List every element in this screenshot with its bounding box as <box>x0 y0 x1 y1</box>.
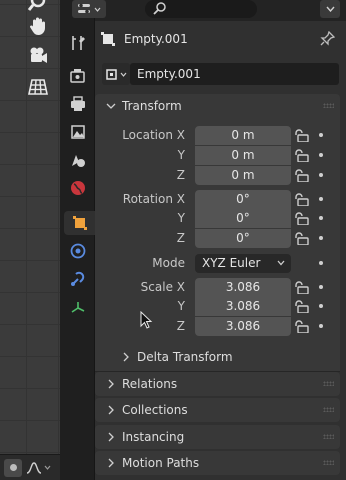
rotation-y-field[interactable]: 0° <box>195 209 291 228</box>
rotation-mode-label: Mode <box>152 256 185 270</box>
options-dropdown[interactable] <box>320 0 340 18</box>
location-z-field[interactable]: 0 m <box>195 166 291 185</box>
drag-handle-icon[interactable] <box>323 103 334 108</box>
rotation-z-field[interactable]: 0° <box>195 229 291 248</box>
chevron-right-icon <box>108 379 114 389</box>
chevron-down-icon <box>277 260 285 266</box>
render-tab-icon[interactable] <box>64 64 92 88</box>
drag-handle-icon[interactable] <box>323 460 334 465</box>
rotation-x-field[interactable]: 0° <box>195 190 291 209</box>
transform-title: Transform <box>122 99 182 113</box>
chevron-right-icon <box>123 352 129 362</box>
keyframe-dot-icon[interactable] <box>319 216 323 220</box>
object-context-title: Empty.001 <box>100 28 340 50</box>
unlock-icon[interactable] <box>294 300 309 313</box>
keyframe-dot-icon[interactable] <box>319 304 323 308</box>
timeline-header <box>0 454 60 480</box>
object-datablock-row: Empty.001 <box>100 63 340 85</box>
location-x-label: Location X <box>122 128 185 142</box>
scale-x-label: Scale X <box>140 280 185 294</box>
chevron-down-icon <box>94 7 101 12</box>
view-layer-tab-icon[interactable] <box>64 120 92 144</box>
motion-paths-title: Motion Paths <box>122 456 200 470</box>
3d-viewport[interactable] <box>0 0 60 480</box>
properties-tab-column <box>60 0 95 480</box>
hand-pan-icon[interactable] <box>24 13 52 39</box>
keyframe-dot-icon[interactable] <box>319 197 323 201</box>
collections-panel-header[interactable]: Collections <box>95 398 340 422</box>
editor-type-dropdown[interactable] <box>72 0 106 18</box>
unlock-icon[interactable] <box>294 281 309 294</box>
object-browse-button[interactable] <box>102 63 130 85</box>
record-dot-icon <box>9 464 17 471</box>
record-button[interactable] <box>4 458 22 477</box>
fcurve-dropdown-icon[interactable] <box>26 461 51 474</box>
physics-tab-icon[interactable] <box>64 239 92 263</box>
drag-handle-icon[interactable] <box>323 381 334 386</box>
properties-editor-icon <box>78 3 90 14</box>
search-input[interactable] <box>145 0 257 18</box>
unlock-icon[interactable] <box>294 149 309 162</box>
collections-title: Collections <box>122 403 188 417</box>
mouse-cursor-icon <box>140 311 153 329</box>
object-name-field[interactable]: Empty.001 <box>130 63 339 85</box>
scale-x-field[interactable]: 3.086 <box>195 278 291 297</box>
keyframe-dot-icon[interactable] <box>319 153 323 157</box>
instancing-title: Instancing <box>122 430 185 444</box>
scene-tab-icon[interactable] <box>64 148 92 172</box>
keyframe-dot-icon[interactable] <box>319 133 323 137</box>
constraints-tab-icon[interactable] <box>64 267 92 291</box>
rotation-mode-select[interactable]: XYZ Euler <box>195 254 291 273</box>
relations-panel-header[interactable]: Relations <box>95 372 340 396</box>
unlock-icon[interactable] <box>294 212 309 225</box>
search-icon <box>153 2 166 15</box>
unlock-icon[interactable] <box>294 320 309 333</box>
chevron-down-icon <box>106 103 116 109</box>
unlock-icon[interactable] <box>294 193 309 206</box>
unlock-icon[interactable] <box>294 129 309 142</box>
chevron-right-icon <box>108 458 114 468</box>
keyframe-dot-icon[interactable] <box>319 285 323 289</box>
scale-y-field[interactable]: 3.086 <box>195 297 291 316</box>
rotation-y-label: Y <box>177 211 185 225</box>
keyframe-dot-icon[interactable] <box>319 261 323 265</box>
object-data-empty-icon[interactable] <box>64 295 92 319</box>
rotation-z-label: Z <box>176 231 185 245</box>
relations-title: Relations <box>122 377 178 391</box>
scale-z-field[interactable]: 3.086 <box>195 317 291 336</box>
delta-transform-header[interactable]: Delta Transform <box>110 345 340 369</box>
location-z-label: Z <box>176 168 185 182</box>
unlock-icon[interactable] <box>294 232 309 245</box>
unlock-icon[interactable] <box>294 169 309 182</box>
drag-handle-icon[interactable] <box>323 407 334 412</box>
tool-tab-icon[interactable] <box>64 31 92 55</box>
object-tab-icon[interactable] <box>64 211 95 235</box>
pin-icon[interactable] <box>320 30 336 49</box>
chevron-right-icon <box>108 405 114 415</box>
chevron-down-icon <box>120 72 127 77</box>
delta-transform-title: Delta Transform <box>137 350 233 364</box>
keyframe-dot-icon[interactable] <box>319 324 323 328</box>
keyframe-dot-icon[interactable] <box>319 173 323 177</box>
chevron-down-icon <box>325 6 335 12</box>
drag-handle-icon[interactable] <box>323 434 334 439</box>
world-tab-icon[interactable] <box>64 176 92 200</box>
location-x-field[interactable]: 0 m <box>195 126 291 145</box>
object-name-label: Empty.001 <box>124 32 188 46</box>
object-icon <box>106 68 117 80</box>
keyframe-dot-icon[interactable] <box>319 236 323 240</box>
chevron-right-icon <box>108 432 114 442</box>
object-icon <box>101 32 115 46</box>
camera-icon[interactable] <box>24 43 52 69</box>
output-tab-icon[interactable] <box>64 92 92 116</box>
motion-paths-panel-header[interactable]: Motion Paths <box>95 451 340 475</box>
instancing-panel-header[interactable]: Instancing <box>95 425 340 449</box>
grid-ortho-icon[interactable] <box>24 74 52 100</box>
rotation-mode-value: XYZ Euler <box>202 256 261 270</box>
location-y-field[interactable]: 0 m <box>195 146 291 165</box>
transform-panel-header[interactable]: Transform <box>95 94 340 118</box>
rotation-x-label: Rotation X <box>122 192 185 206</box>
location-y-label: Y <box>177 148 185 162</box>
